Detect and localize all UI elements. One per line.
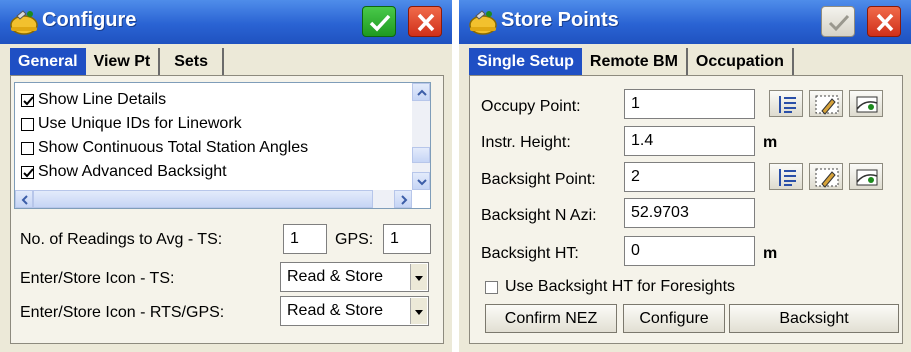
store-points-window: Store Points Single Setup Remote BM Occu… [459,0,911,352]
checkbox[interactable] [485,280,498,294]
tab-view-pt[interactable]: View Pt [86,48,161,75]
option-continuous-angles[interactable]: Show Continuous Total Station Angles [21,137,308,159]
backsight-ht-input[interactable]: 0 [624,236,755,266]
configure-tabs: General View Pt Sets [10,48,225,75]
select-value: Read & Store [287,268,384,285]
occupy-point-input[interactable]: 1 [624,89,755,119]
scroll-down-button[interactable] [412,172,430,190]
ok-button-disabled[interactable] [821,6,855,37]
instr-height-input[interactable]: 1.4 [624,126,755,156]
tab-sets[interactable]: Sets [160,48,225,75]
hscroll-thumb[interactable] [33,190,373,208]
map-pick-icon [856,96,878,113]
point-list-icon [779,96,796,113]
tab-general[interactable]: General [10,48,86,75]
configure-titlebar: Configure [0,0,452,44]
store-ts-select[interactable]: Read & Store [280,262,429,292]
chevron-down-icon [417,179,427,186]
option-label: Show Advanced Backsight [38,163,227,180]
backsight-edit-button[interactable] [809,163,843,190]
checkbox[interactable] [21,93,34,107]
option-show-line-details[interactable]: Show Line Details [21,89,166,111]
store-tabs: Single Setup Remote BM Occupation [469,48,794,75]
close-button[interactable] [408,6,442,37]
backsight-map-button[interactable] [849,163,883,190]
map-pick-icon [856,169,878,186]
checkbox[interactable] [21,117,34,131]
store-ts-label: Enter/Store Icon - TS: [20,270,175,287]
scroll-right-button[interactable] [394,190,412,208]
occupy-map-button[interactable] [849,90,883,117]
ok-button[interactable] [362,6,396,37]
chevron-left-icon [21,195,28,205]
x-close-icon [876,13,894,32]
checkmark-icon [369,14,391,32]
options-listbox[interactable]: Show Line Details Use Unique IDs for Lin… [14,82,431,209]
checkbox[interactable] [21,165,34,179]
window-title: Configure [42,9,137,31]
window-gap [452,0,459,352]
backsight-ht-label: Backsight HT: [481,245,579,262]
instr-height-label: Instr. Height: [481,134,571,151]
readings-label: No. of Readings to Avg - TS: [20,231,223,248]
dropdown-button[interactable] [410,264,427,290]
confirm-nez-button[interactable]: Confirm NEZ [485,304,617,333]
tab-occupation[interactable]: Occupation [688,48,794,75]
occupy-list-button[interactable] [769,90,803,117]
checkmark-icon [828,14,850,32]
point-list-icon [779,169,796,186]
option-label: Show Line Details [38,91,167,108]
edit-pencil-icon [815,95,839,115]
satellite-helmet-icon [469,10,497,35]
edit-pencil-icon [815,168,839,188]
store-rts-select[interactable]: Read & Store [280,296,429,326]
use-backsight-ht-label: Use Backsight HT for Foresights [505,278,736,295]
window-title: Store Points [501,9,619,31]
horizontal-scrollbar[interactable] [15,190,412,208]
configure-button[interactable]: Configure [623,304,725,333]
scroll-left-button[interactable] [15,190,33,208]
store-titlebar: Store Points [459,0,911,44]
backsight-point-input[interactable]: 2 [624,162,755,192]
occupy-label: Occupy Point: [481,98,581,115]
satellite-helmet-icon [10,10,38,35]
backsight-point-label: Backsight Point: [481,171,596,188]
tab-remote-bm[interactable]: Remote BM [582,48,688,75]
chevron-down-icon [415,310,423,315]
backsight-azi-label: Backsight N Azi: [481,207,597,224]
occupy-edit-button[interactable] [809,90,843,117]
option-unique-ids[interactable]: Use Unique IDs for Linework [21,113,242,135]
backsight-list-button[interactable] [769,163,803,190]
option-label: Show Continuous Total Station Angles [38,139,309,156]
instr-height-unit: m [763,134,778,151]
backsight-ht-unit: m [763,245,778,262]
chevron-up-icon [417,89,427,96]
chevron-right-icon [401,195,408,205]
backsight-azi-input[interactable]: 52.9703 [624,198,755,228]
store-rts-label: Enter/Store Icon - RTS/GPS: [20,304,225,321]
readings-gps-input[interactable]: 1 [383,224,431,254]
use-backsight-ht-option[interactable]: Use Backsight HT for Foresights [485,276,735,298]
close-button[interactable] [867,6,901,37]
gps-label: GPS: [335,231,374,248]
tab-single-setup[interactable]: Single Setup [469,48,582,75]
option-label: Use Unique IDs for Linework [38,115,242,132]
option-advanced-backsight[interactable]: Show Advanced Backsight [21,161,227,183]
check-icon [23,95,34,105]
dropdown-button[interactable] [410,298,427,324]
x-close-icon [417,13,435,32]
checkbox[interactable] [21,141,34,155]
backsight-button[interactable]: Backsight [729,304,899,333]
scroll-thumb[interactable] [412,147,430,163]
chevron-down-icon [415,276,423,281]
scroll-up-button[interactable] [412,83,430,101]
select-value: Read & Store [287,302,384,319]
check-icon [23,167,34,177]
readings-ts-input[interactable]: 1 [283,224,327,254]
configure-window: Configure General View Pt Sets Show Line… [0,0,452,352]
vertical-scrollbar[interactable] [412,83,430,190]
